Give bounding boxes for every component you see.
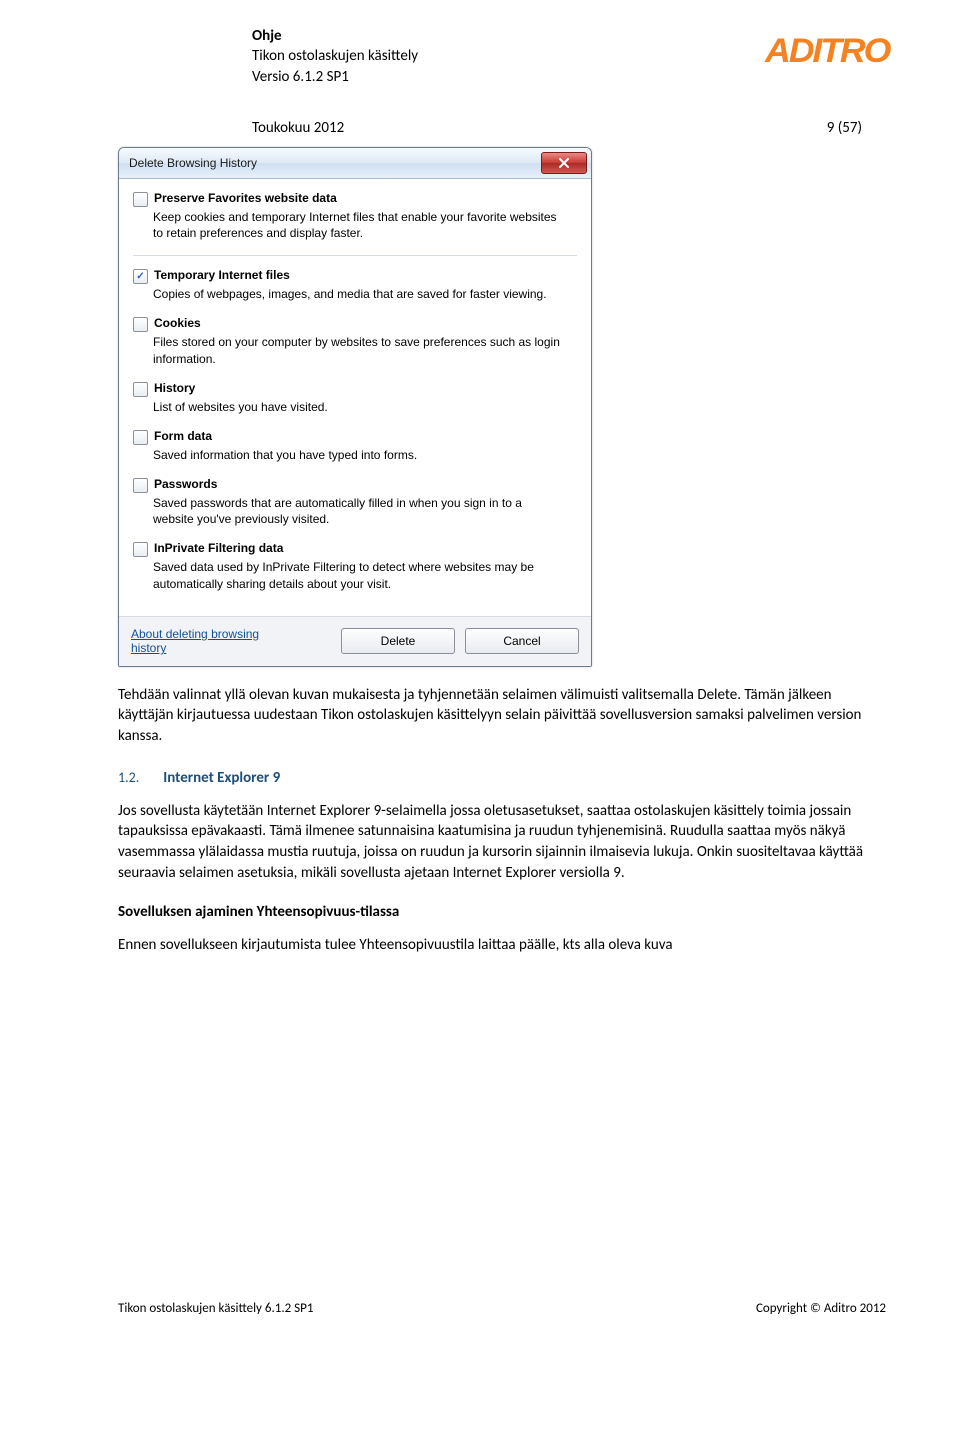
item-title: InPrivate Filtering data xyxy=(154,541,283,555)
checkbox[interactable] xyxy=(133,542,148,557)
checkbox[interactable] xyxy=(133,430,148,445)
dialog-item: Cookies Files stored on your computer by … xyxy=(133,316,577,366)
doc-version: Versio 6.1.2 SP1 xyxy=(252,67,418,87)
item-desc: Saved data used by InPrivate Filtering t… xyxy=(153,559,563,591)
close-button[interactable] xyxy=(541,152,587,174)
item-desc: List of websites you have visited. xyxy=(153,399,563,415)
item-title: Temporary Internet files xyxy=(154,268,290,282)
checkbox[interactable]: ✓ xyxy=(133,269,148,284)
item-title: Form data xyxy=(154,429,212,443)
page-number: 9 (57) xyxy=(827,119,862,137)
dialog-item: Form data Saved information that you have… xyxy=(133,429,577,463)
subsection-title: Sovelluksen ajaminen Yhteensopivuus-tila… xyxy=(118,903,886,921)
checkbox[interactable] xyxy=(133,317,148,332)
dialog-item: ✓ Temporary Internet files Copies of webpa… xyxy=(133,268,577,302)
paragraph-3: Ennen sovellukseen kirjautumista tulee Y… xyxy=(118,935,886,956)
divider xyxy=(133,255,577,256)
delete-history-dialog: Delete Browsing History Preserve Favorit… xyxy=(118,147,592,667)
doc-title: Ohje xyxy=(252,26,418,46)
item-title: Passwords xyxy=(154,477,217,491)
section-title: Internet Explorer 9 xyxy=(163,769,280,787)
checkbox[interactable] xyxy=(133,382,148,397)
doc-subtitle: Tikon ostolaskujen käsittely xyxy=(252,46,418,66)
section-number: 1.2. xyxy=(118,769,139,786)
close-icon xyxy=(558,158,570,168)
item-desc: Saved passwords that are automatically f… xyxy=(153,495,563,527)
item-desc: Copies of webpages, images, and media th… xyxy=(153,286,563,302)
header-block: Ohje Tikon ostolaskujen käsittely Versio… xyxy=(252,26,418,87)
paragraph-1: Tehdään valinnat yllä olevan kuvan mukai… xyxy=(118,685,886,747)
checkbox[interactable] xyxy=(133,478,148,493)
cancel-button[interactable]: Cancel xyxy=(465,628,579,654)
item-title: Cookies xyxy=(154,316,201,330)
dialog-item: Passwords Saved passwords that are automa… xyxy=(133,477,577,527)
about-link[interactable]: About deleting browsing history xyxy=(131,627,261,656)
dialog-title: Delete Browsing History xyxy=(129,156,257,170)
dialog-item: Preserve Favorites website data Keep cook… xyxy=(133,191,577,241)
item-desc: Saved information that you have typed in… xyxy=(153,447,563,463)
checkbox[interactable] xyxy=(133,192,148,207)
footer-left: Tikon ostolaskujen käsittely 6.1.2 SP1 xyxy=(118,1301,313,1316)
brand-logo: ADITRO xyxy=(765,26,889,71)
item-title: History xyxy=(154,381,195,395)
paragraph-2: Jos sovellusta käytetään Internet Explor… xyxy=(118,801,886,884)
delete-button[interactable]: Delete xyxy=(341,628,455,654)
item-desc: Keep cookies and temporary Internet file… xyxy=(153,209,563,241)
item-desc: Files stored on your computer by website… xyxy=(153,334,563,366)
doc-date: Toukokuu 2012 xyxy=(252,119,344,137)
footer-right: Copyright © Aditro 2012 xyxy=(756,1301,886,1316)
item-title: Preserve Favorites website data xyxy=(154,191,337,205)
dialog-item: InPrivate Filtering data Saved data used … xyxy=(133,541,577,591)
dialog-item: History List of websites you have visited… xyxy=(133,381,577,415)
